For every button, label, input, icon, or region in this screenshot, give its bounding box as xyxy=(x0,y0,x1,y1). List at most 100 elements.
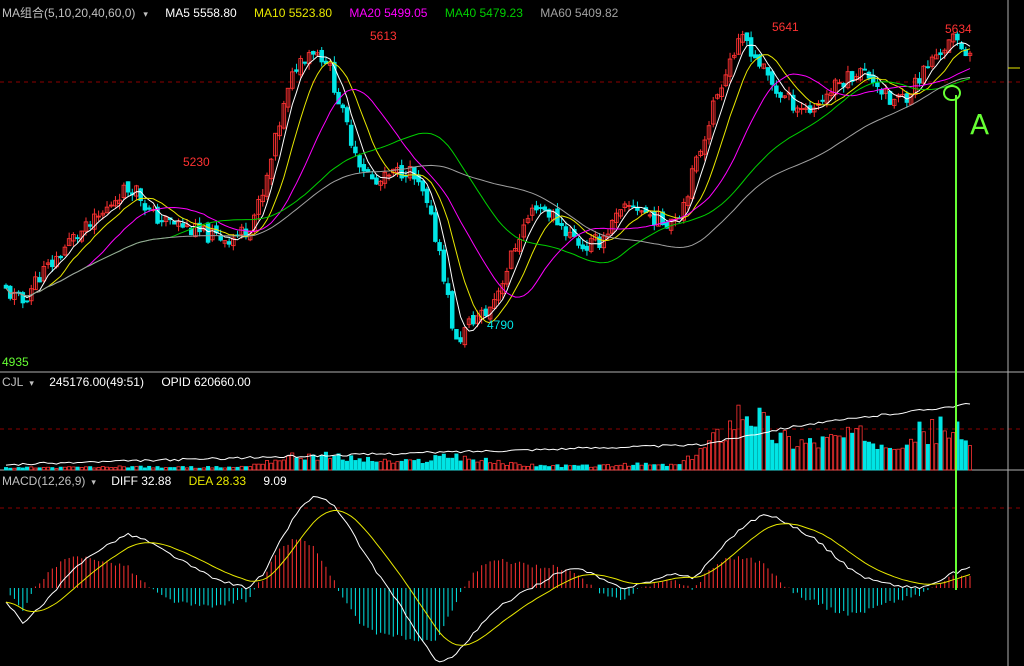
ma5-line xyxy=(5,42,971,332)
annotation-circle xyxy=(943,85,961,101)
kline-chart[interactable] xyxy=(0,0,1024,666)
cjl-label[interactable]: CJL xyxy=(2,375,23,389)
volume-bar xyxy=(260,463,265,471)
volume-bar xyxy=(711,432,716,471)
main-header: MA组合(5,10,20,40,60,0) ▾ MA5 5558.80 MA10 … xyxy=(2,4,632,21)
volume-bar xyxy=(829,434,834,471)
volume-bar xyxy=(513,462,518,471)
volume-bar xyxy=(584,464,589,471)
volume-bar xyxy=(412,460,417,471)
volume-bar xyxy=(340,459,345,471)
volume-bar xyxy=(681,460,686,471)
candle-body xyxy=(559,223,564,226)
candle-body xyxy=(917,78,922,84)
candle-body xyxy=(159,220,165,223)
volume-bar xyxy=(197,467,202,471)
volume-bar xyxy=(951,432,956,471)
ma40-value: MA40 5479.23 xyxy=(444,6,523,20)
volume-bar xyxy=(862,440,867,471)
volume-bar xyxy=(525,466,530,471)
candle-body xyxy=(226,241,232,245)
candle-body xyxy=(538,207,543,209)
volume-header: CJL ▾ 245176.00(49:51) OPID 620660.00 xyxy=(2,375,265,389)
ma-group-label[interactable]: MA组合(5,10,20,40,60,0) xyxy=(2,6,135,20)
macd-label[interactable]: MACD(12,26,9) xyxy=(2,474,85,488)
volume-bar xyxy=(357,458,362,471)
volume-bar xyxy=(109,467,114,471)
candle-body xyxy=(584,245,590,251)
volume-bar xyxy=(492,463,497,471)
candle-body xyxy=(218,235,223,241)
volume-bar xyxy=(732,429,737,471)
volume-bar xyxy=(4,467,9,471)
volume-bar xyxy=(231,467,236,471)
volume-bar xyxy=(151,467,156,471)
volume-bar xyxy=(277,460,282,471)
volume-bar xyxy=(614,465,619,471)
volume-bar xyxy=(189,466,194,471)
volume-bar xyxy=(496,459,501,471)
ma40-line xyxy=(5,78,971,297)
volume-bar xyxy=(904,444,909,471)
candle-body xyxy=(441,249,447,282)
volume-bar xyxy=(694,454,699,471)
price-low-label: 4935 xyxy=(2,355,29,369)
volume-bar xyxy=(50,467,55,471)
opid-value: OPID 620660.00 xyxy=(161,375,251,389)
volume-bar xyxy=(921,431,926,471)
volume-bar xyxy=(214,466,219,471)
volume-bar xyxy=(446,457,451,471)
volume-bar xyxy=(349,455,354,471)
candle-body xyxy=(3,284,9,289)
volume-bar xyxy=(888,447,893,471)
chevron-down-icon[interactable]: ▾ xyxy=(29,378,34,388)
volume-bar xyxy=(25,466,30,471)
chevron-down-icon[interactable]: ▾ xyxy=(91,477,96,487)
volume-bar xyxy=(627,465,632,471)
candle-body xyxy=(399,165,404,179)
candle-body xyxy=(542,206,548,211)
chevron-down-icon[interactable]: ▾ xyxy=(143,9,148,19)
ma60-value: MA60 5409.82 xyxy=(540,6,619,20)
ma10-line xyxy=(5,48,971,324)
volume-bar xyxy=(75,466,80,471)
volume-bar xyxy=(799,439,804,471)
volume-bar xyxy=(778,432,783,471)
volume-bar xyxy=(130,466,135,471)
candle-body xyxy=(428,205,434,215)
volume-bar xyxy=(483,457,488,471)
volume-bar xyxy=(467,458,472,471)
candle-body xyxy=(635,207,640,211)
volume-bar xyxy=(968,445,973,471)
volume-bar xyxy=(854,428,859,471)
volume-bar xyxy=(222,467,227,471)
volume-bar xyxy=(239,465,244,471)
volume-bar xyxy=(875,448,880,471)
volume-bar xyxy=(850,432,855,471)
volume-bar xyxy=(391,462,396,471)
volume-bar xyxy=(420,463,425,471)
volume-bar xyxy=(298,457,303,471)
candle-body xyxy=(753,54,758,59)
candle-body xyxy=(374,177,379,185)
volume-bar xyxy=(702,447,707,471)
volume-bar xyxy=(879,444,884,471)
volume-bar xyxy=(803,442,808,471)
volume-bar xyxy=(403,459,408,471)
candle-body xyxy=(925,66,931,69)
volume-bar xyxy=(719,441,724,471)
volume-bar xyxy=(206,466,211,471)
volume-bar xyxy=(685,455,690,471)
volume-bar xyxy=(454,453,459,471)
candle-body xyxy=(361,164,367,172)
candle-body xyxy=(319,49,324,63)
volume-bar xyxy=(344,460,349,471)
candle-body xyxy=(437,242,442,252)
volume-bar xyxy=(361,461,366,471)
candle-body xyxy=(580,244,585,250)
volume-bar xyxy=(639,464,644,471)
volume-bar xyxy=(871,443,876,471)
volume-bar xyxy=(58,466,63,471)
ma10-value: MA10 5523.80 xyxy=(254,6,333,20)
volume-bar xyxy=(963,440,968,471)
